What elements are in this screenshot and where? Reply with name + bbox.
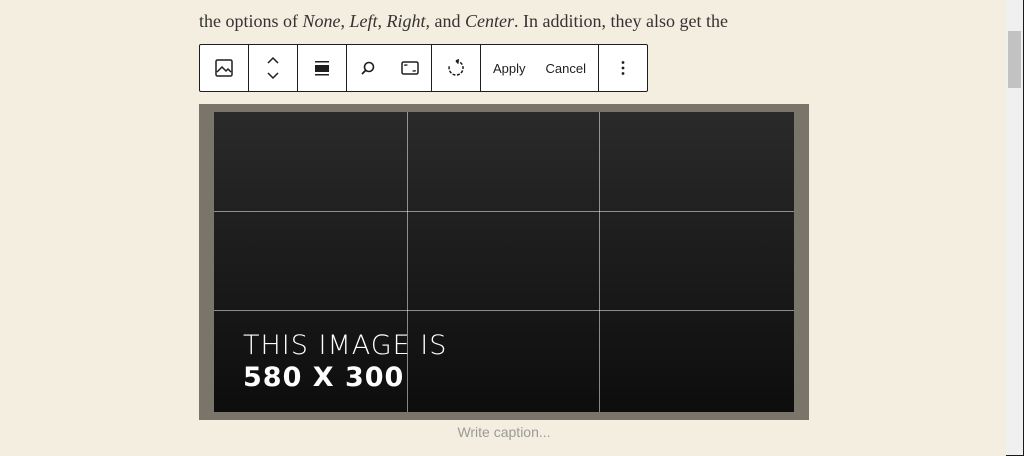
toolbar-group-actions: Apply Cancel xyxy=(481,45,599,91)
editor-canvas: the options of None, Left, Right, and Ce… xyxy=(0,0,1006,456)
crop-grid-line xyxy=(214,211,794,212)
rotate-icon xyxy=(448,58,464,76)
image-label-line2: 580 X 300 xyxy=(243,362,405,393)
zoom-button[interactable] xyxy=(347,45,389,91)
toolbar-group-move xyxy=(249,45,298,91)
caption-placeholder[interactable]: Write caption... xyxy=(199,424,809,440)
aspect-ratio-icon xyxy=(401,61,419,75)
block-toolbar: Apply Cancel xyxy=(199,44,648,92)
toolbar-group-block xyxy=(200,45,249,91)
image-icon xyxy=(215,59,233,77)
align-button[interactable] xyxy=(298,45,346,91)
separator: , xyxy=(340,11,350,31)
toolbar-group-more xyxy=(599,45,647,91)
toolbar-group-align xyxy=(298,45,347,91)
vertical-scrollbar[interactable] xyxy=(1006,0,1023,455)
crop-grid-line xyxy=(214,310,794,311)
option-right: Right, xyxy=(386,11,431,31)
toolbar-group-rotate xyxy=(432,45,481,91)
toolbar-group-crop xyxy=(347,45,432,91)
crop-grid-line xyxy=(407,112,408,412)
option-center: Center xyxy=(465,11,515,31)
option-left: Left xyxy=(349,11,378,31)
image-label-line1: THIS IMAGE IS xyxy=(243,330,448,361)
search-icon xyxy=(361,61,375,75)
paragraph-text[interactable]: the options of None, Left, Right, and Ce… xyxy=(199,9,839,33)
placeholder-image[interactable]: THIS IMAGE IS 580 X 300 xyxy=(214,112,794,412)
cancel-button[interactable]: Cancel xyxy=(536,45,598,91)
more-options-button[interactable] xyxy=(599,45,647,91)
separator: and xyxy=(430,11,466,31)
image-block-button[interactable] xyxy=(200,45,248,91)
chevron-up-down-icon xyxy=(267,56,279,80)
rotate-button[interactable] xyxy=(432,45,480,91)
image-crop-area[interactable]: THIS IMAGE IS 580 X 300 xyxy=(199,104,809,420)
move-button[interactable] xyxy=(249,45,297,91)
option-none: None xyxy=(302,11,341,31)
scrollbar-thumb[interactable] xyxy=(1008,31,1021,88)
paragraph-suffix: . In addition, they also get the xyxy=(514,11,728,31)
align-wide-icon xyxy=(315,61,329,76)
separator: , xyxy=(377,11,387,31)
paragraph-prefix: the options of xyxy=(199,11,303,31)
apply-button[interactable]: Apply xyxy=(481,45,536,91)
aspect-ratio-button[interactable] xyxy=(389,45,431,91)
crop-grid-line xyxy=(599,112,600,412)
more-vertical-icon xyxy=(621,61,625,75)
